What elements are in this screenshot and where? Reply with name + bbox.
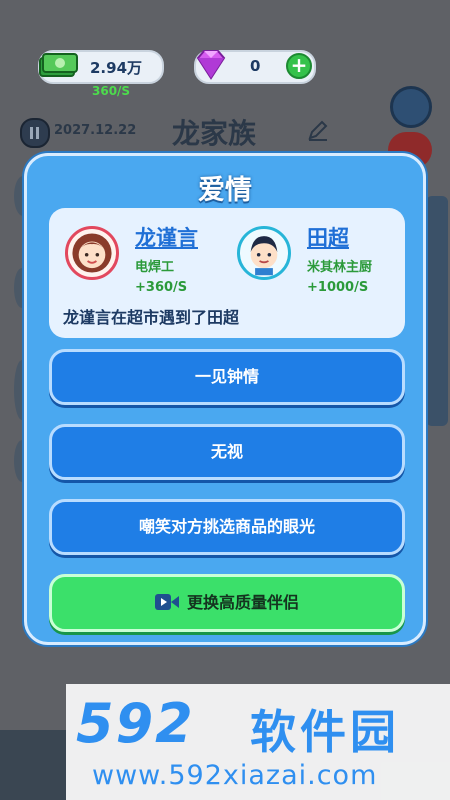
bottom-left-thumbnail[interactable] [0, 730, 66, 800]
gem-value: 0 [250, 57, 261, 75]
watermark-logo-number: 592 [76, 692, 195, 755]
game-date: 2027.12.22 [54, 123, 137, 138]
couple-info-card: 龙谨言 电焊工 +360/S 田超 米其林主厨 +1000/S 龙谨言在超市遇到… [49, 208, 405, 338]
pause-button[interactable] [20, 118, 50, 148]
money-counter: 2.94万 [38, 50, 164, 84]
love-event-dialog: 爱情 龙谨言 电焊工 +360/S 田超 米其林主厨 +1000/S 龙谨言在超… [24, 153, 426, 645]
person-a-name[interactable]: 龙谨言 [135, 222, 198, 252]
video-icon [154, 593, 179, 610]
female-avatar [65, 226, 119, 280]
watch-ad-change-partner-button[interactable]: 更换高质量伴侣 [49, 574, 405, 632]
money-value: 2.94万 [90, 59, 143, 77]
person-b-income: +1000/S [307, 280, 369, 295]
dialog-title: 爱情 [198, 175, 252, 206]
person-b-job: 米其林主厨 [307, 260, 373, 275]
watermark-logo-text: 软件园 [250, 705, 400, 759]
gem-counter: 0 + [194, 50, 316, 84]
watermark-url: www.592xiazai.com [92, 760, 378, 791]
person-b-name[interactable]: 田超 [307, 222, 349, 252]
add-gem-button[interactable]: + [286, 53, 312, 79]
person-a-job: 电焊工 [135, 260, 175, 275]
person-a-income: +360/S [135, 280, 188, 295]
male-avatar [237, 226, 291, 280]
money-rate: 360/S [92, 84, 131, 98]
option-love-at-first-sight-button[interactable]: 一见钟情 [49, 349, 405, 405]
money-stack-icon [39, 53, 78, 77]
plus-icon: + [290, 53, 308, 77]
side-panel-dim [426, 196, 448, 426]
option-ignore-button[interactable]: 无视 [49, 424, 405, 480]
family-name: 龙家族 [172, 117, 257, 150]
ad-option-label: 更换高质量伴侣 [186, 593, 299, 612]
site-watermark: 592 软件园 www.592xiazai.com [66, 684, 450, 800]
gem-icon [196, 50, 226, 80]
option-mock-button[interactable]: 嘲笑对方挑选商品的眼光 [49, 499, 405, 555]
event-description: 龙谨言在超市遇到了田超 [63, 308, 240, 327]
pencil-icon[interactable] [306, 118, 330, 142]
gear-icon[interactable] [390, 86, 432, 128]
